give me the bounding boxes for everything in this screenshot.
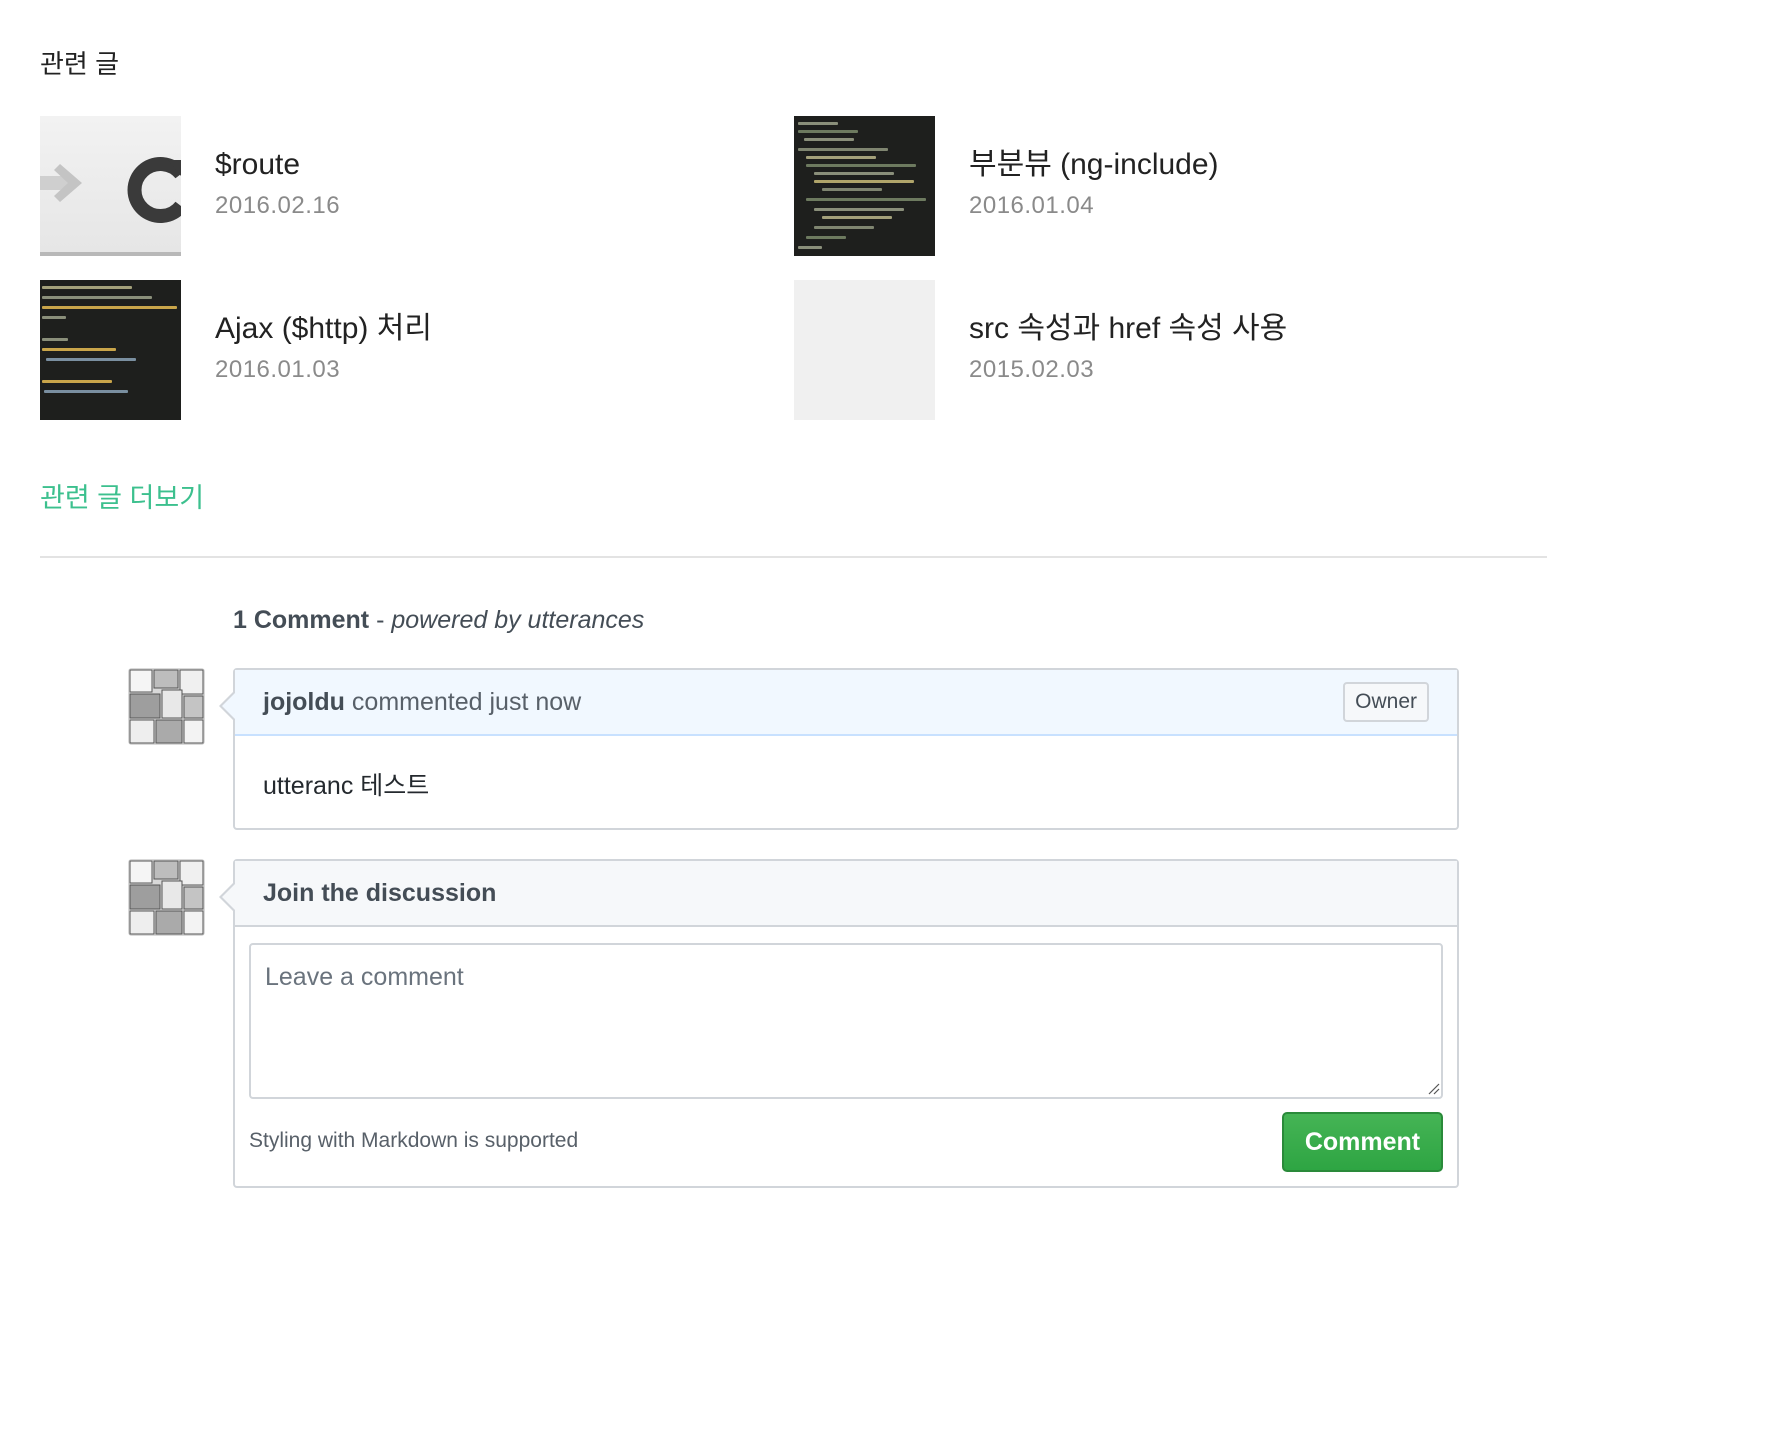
form-header: Join the discussion	[219, 861, 1457, 927]
resize-handle-icon[interactable]	[1428, 1083, 1440, 1095]
post-title[interactable]: 부분뷰 (ng-include)	[969, 146, 1219, 184]
post-date: 2016.01.03	[215, 356, 341, 383]
comment-card: jojoldu commented just now Owner utteran…	[219, 668, 1459, 830]
more-related-posts-link[interactable]: 관련 글 더보기	[40, 476, 204, 515]
new-comment-form: Join the discussion Leave a comment Styl…	[219, 859, 1459, 1188]
current-user-avatar[interactable]	[128, 859, 205, 936]
related-post-item[interactable]: Ajax ($http) 처리 2016.01.03	[40, 280, 740, 420]
arrow-right-icon	[40, 164, 82, 202]
form-title: Join the discussion	[263, 878, 497, 907]
submit-comment-button[interactable]: Comment	[1282, 1112, 1443, 1172]
avatar[interactable]	[128, 668, 205, 745]
comment-textarea[interactable]: Leave a comment	[249, 943, 1443, 1099]
post-title[interactable]: Ajax ($http) 처리	[215, 310, 432, 348]
related-posts-heading: 관련 글	[40, 49, 119, 79]
post-date: 2015.02.03	[969, 356, 1095, 383]
post-thumbnail	[40, 280, 181, 420]
comment-author[interactable]: jojoldu	[263, 688, 345, 717]
post-date: 2016.01.04	[969, 192, 1095, 219]
related-post-item[interactable]: 부분뷰 (ng-include) 2016.01.04	[794, 116, 1494, 256]
post-thumbnail	[794, 116, 935, 256]
post-date: 2016.02.16	[215, 192, 341, 219]
refresh-icon	[127, 157, 181, 223]
related-post-item[interactable]: src 속성과 href 속성 사용 2015.02.03	[794, 280, 1494, 420]
avatar-image	[128, 859, 205, 936]
comments-header: 1 Comment - powered by utterances	[233, 606, 644, 635]
post-thumbnail	[794, 280, 935, 420]
markdown-support-note[interactable]: Styling with Markdown is supported	[249, 1129, 578, 1153]
owner-badge: Owner	[1343, 682, 1429, 722]
comment-body: utteranc 테스트	[263, 772, 430, 800]
related-post-item[interactable]: $route 2016.02.16	[40, 116, 740, 256]
comment-timestamp: commented just now	[351, 687, 582, 716]
post-title[interactable]: src 속성과 href 속성 사용	[969, 310, 1287, 348]
powered-by-link[interactable]: powered by utterances	[391, 606, 644, 634]
comment-header: jojoldu commented just now Owner	[219, 670, 1457, 736]
post-thumbnail	[40, 116, 181, 256]
comment-count: 1 Comment	[233, 606, 370, 634]
post-title[interactable]: $route	[215, 146, 340, 184]
section-divider	[40, 556, 1547, 558]
avatar-image	[128, 668, 205, 745]
header-separator: -	[369, 606, 392, 634]
